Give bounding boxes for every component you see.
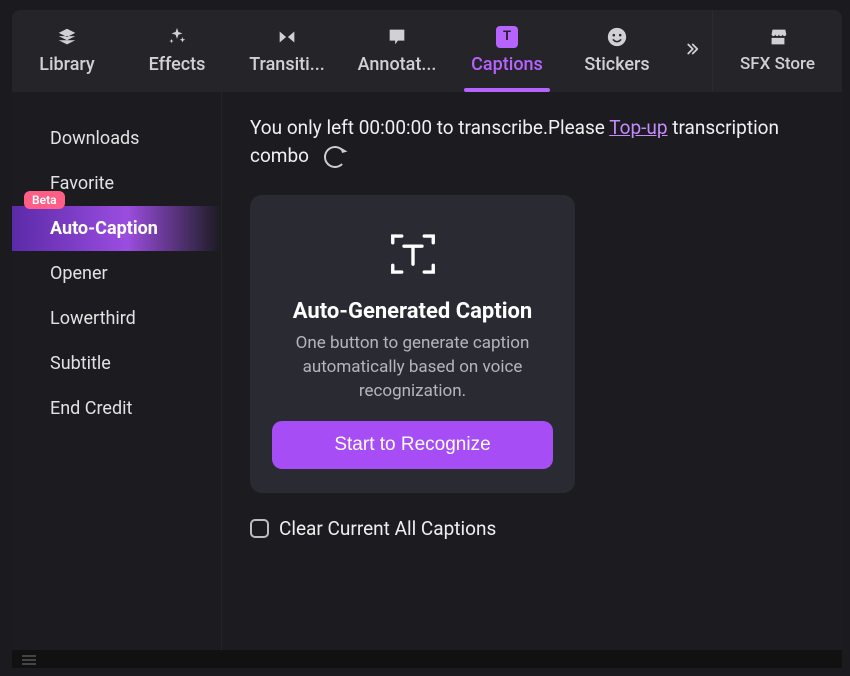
captions-icon: T — [496, 26, 518, 48]
clear-captions-checkbox[interactable]: Clear Current All Captions — [250, 517, 814, 540]
refresh-icon[interactable] — [324, 146, 346, 168]
tab-annotations-label: Annotat... — [352, 54, 443, 75]
menu-icon[interactable] — [22, 650, 36, 669]
beta-badge: Beta — [24, 191, 65, 209]
card-description: One button to generate caption automatic… — [272, 332, 553, 403]
sparkle-icon — [166, 26, 188, 48]
bottom-bar — [12, 650, 842, 668]
notice-text: You only left — [250, 116, 359, 139]
card-title: Auto-Generated Caption — [293, 299, 533, 324]
tab-annotations[interactable]: Annotat... — [342, 10, 452, 92]
transcription-notice: You only left 00:00:00 to transcribe.Ple… — [250, 114, 814, 169]
start-recognize-button[interactable]: Start to Recognize — [272, 421, 553, 469]
tab-transitions[interactable]: Transiti... — [232, 10, 342, 92]
smile-icon — [606, 26, 628, 48]
sidebar-item-label: Downloads — [50, 128, 139, 149]
tab-effects-label: Effects — [143, 54, 212, 75]
tab-effects[interactable]: Effects — [122, 10, 232, 92]
captions-sidebar: Downloads Favorite Beta Auto-Caption Ope… — [12, 92, 222, 650]
auto-caption-card: Auto-Generated Caption One button to gen… — [250, 195, 575, 493]
sidebar-item-label: Opener — [50, 263, 108, 284]
tab-captions-label: Captions — [465, 54, 549, 75]
topup-link[interactable]: Top-up — [609, 116, 667, 139]
sidebar-item-downloads[interactable]: Downloads — [12, 116, 221, 161]
top-tabs: Library Effects Transiti... Annotat... T… — [12, 10, 842, 92]
tab-transitions-label: Transiti... — [243, 54, 331, 75]
main-panel: You only left 00:00:00 to transcribe.Ple… — [222, 92, 842, 650]
sidebar-item-auto-caption[interactable]: Beta Auto-Caption — [12, 206, 221, 251]
tab-stickers-label: Stickers — [578, 54, 655, 75]
notice-text: to transcribe.Please — [432, 116, 609, 139]
checkbox-icon — [250, 519, 269, 538]
store-icon — [767, 26, 789, 48]
chevron-double-right-icon — [683, 40, 701, 62]
clear-captions-label: Clear Current All Captions — [279, 517, 496, 540]
sidebar-item-subtitle[interactable]: Subtitle — [12, 341, 221, 386]
tab-library[interactable]: Library — [12, 10, 122, 92]
library-icon — [56, 26, 78, 48]
tabs-more-button[interactable] — [672, 10, 712, 92]
tab-stickers[interactable]: Stickers — [562, 10, 672, 92]
tab-sfx-label: SFX Store — [734, 54, 821, 74]
sidebar-item-opener[interactable]: Opener — [12, 251, 221, 296]
text-scan-icon — [386, 227, 440, 281]
sidebar-item-label: Subtitle — [50, 353, 111, 374]
tab-library-label: Library — [33, 54, 101, 75]
transition-icon — [276, 26, 298, 48]
notice-time: 00:00:00 — [359, 116, 432, 139]
sidebar-item-lowerthird[interactable]: Lowerthird — [12, 296, 221, 341]
sidebar-item-label: Auto-Caption — [50, 218, 158, 239]
sidebar-item-label: Lowerthird — [50, 308, 136, 329]
annotation-icon — [386, 26, 408, 48]
sidebar-item-end-credit[interactable]: End Credit — [12, 386, 221, 431]
tab-captions[interactable]: T Captions — [452, 10, 562, 92]
sidebar-item-label: End Credit — [50, 398, 132, 419]
tab-sfx-store[interactable]: SFX Store — [712, 10, 842, 92]
